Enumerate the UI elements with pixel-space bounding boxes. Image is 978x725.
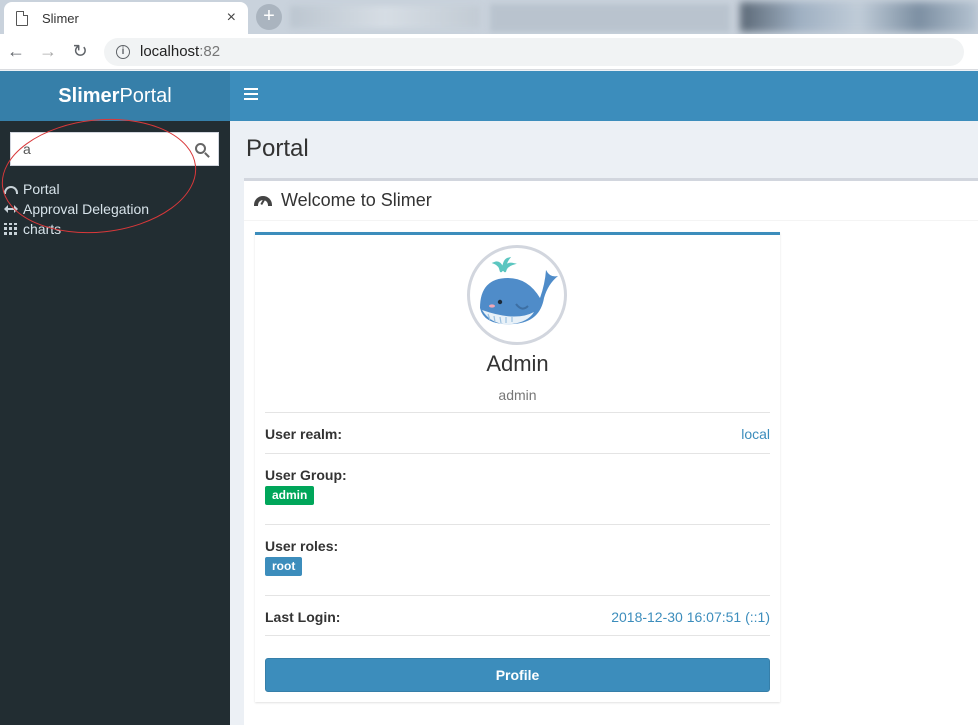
list-item: User roles: root — [265, 524, 770, 595]
sidebar-item-approval-delegation[interactable]: Approval Delegation — [4, 199, 149, 219]
dashboard-icon — [254, 194, 272, 208]
sidebar-search — [10, 132, 219, 166]
profile-button[interactable]: Profile — [265, 658, 770, 692]
browser-tab-active[interactable]: Slimer × — [4, 2, 248, 34]
sidebar: Portal Approval Delegation charts — [0, 121, 230, 725]
blurred-tab[interactable] — [490, 4, 730, 32]
search-input[interactable] — [15, 137, 185, 161]
url-host: localhost — [140, 43, 200, 60]
logo-light-text: Portal — [119, 85, 172, 107]
panel-title: Welcome to Slimer — [281, 190, 432, 210]
whale-icon — [480, 256, 558, 325]
sidebar-item-label: charts — [23, 221, 62, 237]
hamburger-menu-icon[interactable] — [244, 88, 258, 102]
blurred-tab[interactable] — [290, 6, 480, 28]
profile-card: Admin admin User realm: local User Group… — [255, 232, 780, 702]
profile-details-list: User realm: local User Group: admin User… — [265, 412, 770, 636]
sidebar-menu: Portal Approval Delegation charts — [4, 179, 149, 239]
sidebar-item-label: Approval Delegation — [23, 201, 150, 217]
sidebar-item-charts[interactable]: charts — [4, 219, 149, 239]
list-item: Last Login: 2018-12-30 16:07:51 (::1) — [265, 595, 770, 636]
back-arrow-icon[interactable]: ← — [0, 41, 32, 62]
tab-close-icon[interactable]: × — [227, 9, 236, 27]
grid-icon — [4, 223, 18, 235]
list-item: User realm: local — [265, 412, 770, 453]
reload-icon[interactable]: ↻ — [64, 41, 96, 62]
avatar — [467, 245, 567, 345]
arrows-h-icon — [4, 203, 18, 215]
last-login-label: Last Login: — [265, 609, 341, 625]
profile-name: Admin — [486, 351, 549, 376]
realm-value-link[interactable]: local — [741, 426, 770, 442]
forward-arrow-icon[interactable]: → — [32, 41, 64, 62]
search-icon[interactable] — [195, 143, 206, 154]
browser-toolbar: ← → ↻ i localhost:82 — [0, 34, 978, 70]
tab-title: Slimer — [42, 10, 79, 26]
group-label: User Group: — [265, 467, 347, 483]
page-icon — [16, 10, 28, 26]
list-item: User Group: admin — [265, 453, 770, 524]
sidebar-item-label: Portal — [23, 181, 60, 197]
page-title: Portal — [246, 135, 309, 162]
url-port: :82 — [199, 43, 221, 60]
realm-label: User realm: — [265, 426, 343, 442]
info-icon[interactable]: i — [116, 44, 130, 59]
roles-label: User roles: — [265, 538, 339, 554]
sidebar-item-portal[interactable]: Portal — [4, 179, 149, 199]
address-bar[interactable]: i localhost:82 — [104, 37, 964, 66]
new-tab-button[interactable]: + — [256, 4, 282, 30]
logo-bold-text: Slimer — [58, 85, 120, 107]
dashboard-icon — [4, 183, 18, 195]
welcome-panel: Welcome to Slimer Admin admin User realm… — [244, 178, 978, 725]
panel-header: Welcome to Slimer — [244, 181, 978, 221]
blurred-taskbar-icons — [740, 2, 978, 32]
app-logo[interactable]: SlimerPortal — [0, 71, 230, 121]
profile-username: admin — [498, 387, 537, 403]
last-login-value[interactable]: 2018-12-30 16:07:51 (::1) — [611, 609, 770, 625]
top-navbar — [230, 71, 978, 121]
roles-badge: root — [265, 557, 303, 576]
group-badge: admin — [265, 486, 315, 505]
browser-tabstrip: Slimer × + — [0, 0, 978, 34]
